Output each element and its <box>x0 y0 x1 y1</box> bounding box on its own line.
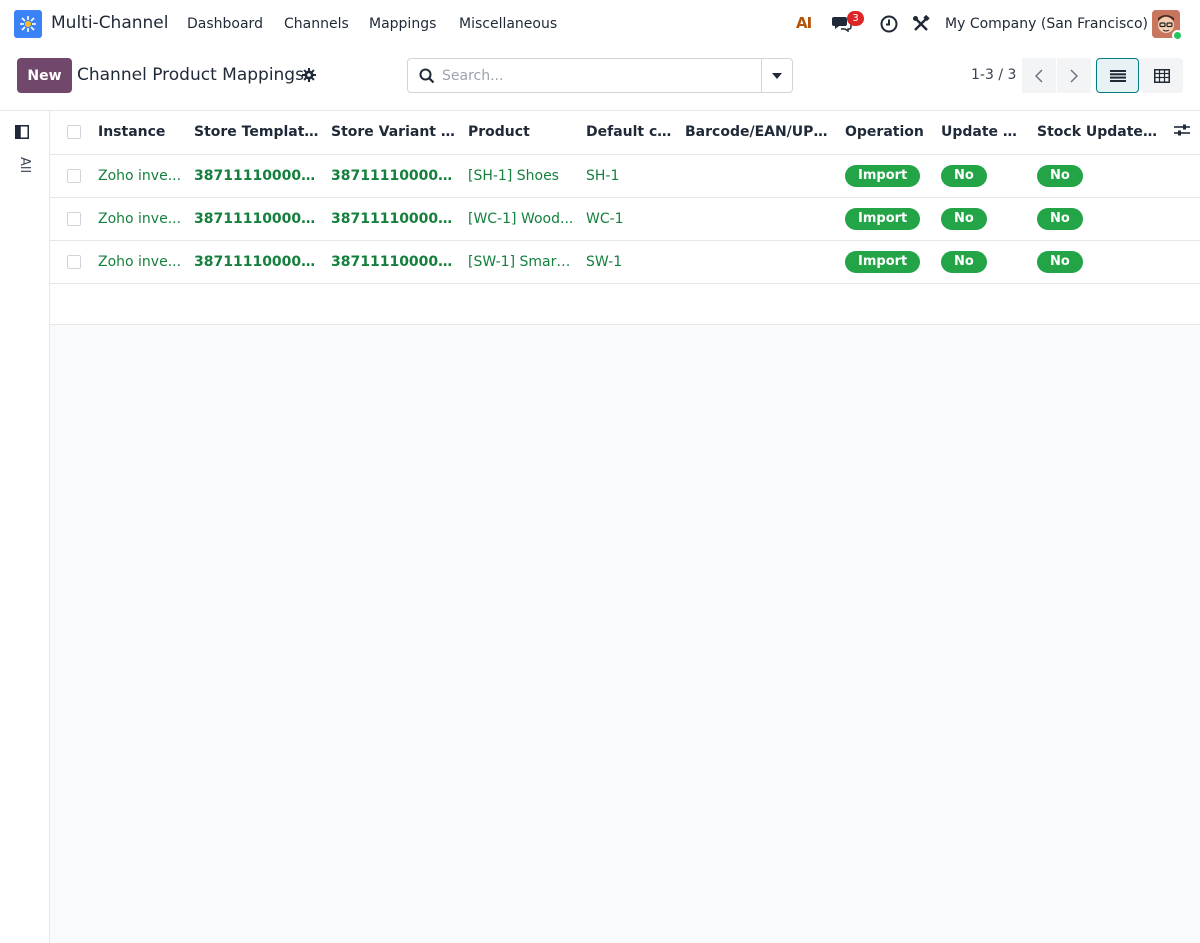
cell-variant-id: 3871111000000... <box>325 154 462 198</box>
table-row[interactable]: Zoho inve... 3871111000000... 3871111000… <box>50 154 1200 198</box>
list-view-button[interactable] <box>1096 58 1139 93</box>
search-input[interactable] <box>442 60 760 91</box>
cell-template-id: 3871111000000... <box>188 154 325 198</box>
top-navbar: Multi-Channel Dashboard Channels Mapping… <box>0 0 1200 49</box>
pager-next-button[interactable] <box>1057 58 1091 93</box>
caret-down-icon <box>772 72 782 79</box>
table-row[interactable]: Zoho inve... 3871111000000... 3871111000… <box>50 197 1200 241</box>
cell-instance: Zoho inve... <box>92 154 188 198</box>
cell-variant-id: 3871111000000... <box>325 240 462 284</box>
chevron-left-icon <box>1035 68 1043 83</box>
update-badge: No <box>941 207 987 230</box>
optional-columns-icon[interactable] <box>1174 124 1190 141</box>
cell-product: [SH-1] Shoes <box>462 154 580 198</box>
menu-channels[interactable]: Channels <box>284 16 349 32</box>
panel-toggle-icon[interactable] <box>15 125 29 143</box>
stock-update-badge: No <box>1037 250 1083 273</box>
cell-default-code: SH-1 <box>580 154 679 198</box>
table-view-icon <box>1153 68 1170 83</box>
pivot-view-button[interactable] <box>1140 58 1183 93</box>
mappings-table: Instance Store Template ID Store Variant… <box>50 111 1200 325</box>
update-badge: No <box>941 164 987 187</box>
cell-product: [WC-1] Wood... <box>462 197 580 241</box>
search-panel: All <box>0 111 50 943</box>
pager-value[interactable]: 1-3 / 3 <box>971 67 1016 83</box>
table-header: Instance Store Template ID Store Variant… <box>50 111 1200 155</box>
menu-miscellaneous[interactable]: Miscellaneous <box>459 16 557 32</box>
ai-icon[interactable]: AI <box>796 14 812 32</box>
cell-variant-id: 3871111000000... <box>325 197 462 241</box>
column-store-template-id[interactable]: Store Template ID <box>188 111 325 155</box>
messages-badge: 3 <box>847 11 864 26</box>
cell-default-code: WC-1 <box>580 197 679 241</box>
cell-template-id: 3871111000000... <box>188 240 325 284</box>
search-bar <box>407 58 793 93</box>
cell-barcode <box>679 197 839 241</box>
chevron-right-icon <box>1070 68 1078 83</box>
column-update-required[interactable]: Update R... <box>935 111 1031 155</box>
pager-previous-button[interactable] <box>1022 58 1056 93</box>
new-button[interactable]: New <box>17 58 72 93</box>
row-checkbox[interactable] <box>67 168 81 183</box>
update-badge: No <box>941 250 987 273</box>
search-options-toggle[interactable] <box>761 59 792 92</box>
list-view-icon <box>1109 69 1126 82</box>
menu-mappings[interactable]: Mappings <box>369 16 436 32</box>
content-area: All Instance Store Template ID Store Var… <box>0 110 1200 943</box>
online-status-icon <box>1172 30 1183 41</box>
column-barcode[interactable]: Barcode/EAN/UPC ... <box>679 111 839 155</box>
column-default-code[interactable]: Default co... <box>580 111 679 155</box>
column-instance[interactable]: Instance <box>92 111 188 155</box>
select-all-checkbox[interactable] <box>67 125 81 140</box>
cell-instance: Zoho inve... <box>92 197 188 241</box>
stock-update-badge: No <box>1037 164 1083 187</box>
cell-template-id: 3871111000000... <box>188 197 325 241</box>
menu-dashboard[interactable]: Dashboard <box>187 16 263 32</box>
table-row[interactable]: Zoho inve... 3871111000000... 3871111000… <box>50 240 1200 284</box>
cell-barcode <box>679 240 839 284</box>
stock-update-badge: No <box>1037 207 1083 230</box>
column-store-variant-id[interactable]: Store Variant ID <box>325 111 462 155</box>
tools-icon[interactable] <box>912 14 930 37</box>
gear-icon[interactable] <box>302 68 316 86</box>
row-checkbox[interactable] <box>67 254 81 269</box>
column-operation[interactable]: Operation <box>839 111 935 155</box>
cell-default-code: SW-1 <box>580 240 679 284</box>
table-empty-row <box>50 283 1200 325</box>
cell-barcode <box>679 154 839 198</box>
company-switcher[interactable]: My Company (San Francisco) <box>945 16 1148 32</box>
row-checkbox[interactable] <box>67 211 81 226</box>
cell-product: [SW-1] Smart... <box>462 240 580 284</box>
app-logo-icon[interactable] <box>14 10 42 38</box>
list-view: Instance Store Template ID Store Variant… <box>50 111 1200 325</box>
user-avatar[interactable] <box>1152 10 1183 41</box>
column-stock-update-required[interactable]: Stock Update R... <box>1031 111 1166 155</box>
app-name[interactable]: Multi-Channel <box>51 13 168 33</box>
operation-badge: Import <box>845 164 921 187</box>
filter-all[interactable]: All <box>17 157 32 173</box>
operation-badge: Import <box>845 250 921 273</box>
clock-icon[interactable] <box>880 15 898 37</box>
operation-badge: Import <box>845 207 921 230</box>
search-icon <box>419 68 435 88</box>
column-product[interactable]: Product <box>462 111 580 155</box>
page-title: Channel Product Mappings <box>77 65 304 85</box>
cell-instance: Zoho inve... <box>92 240 188 284</box>
